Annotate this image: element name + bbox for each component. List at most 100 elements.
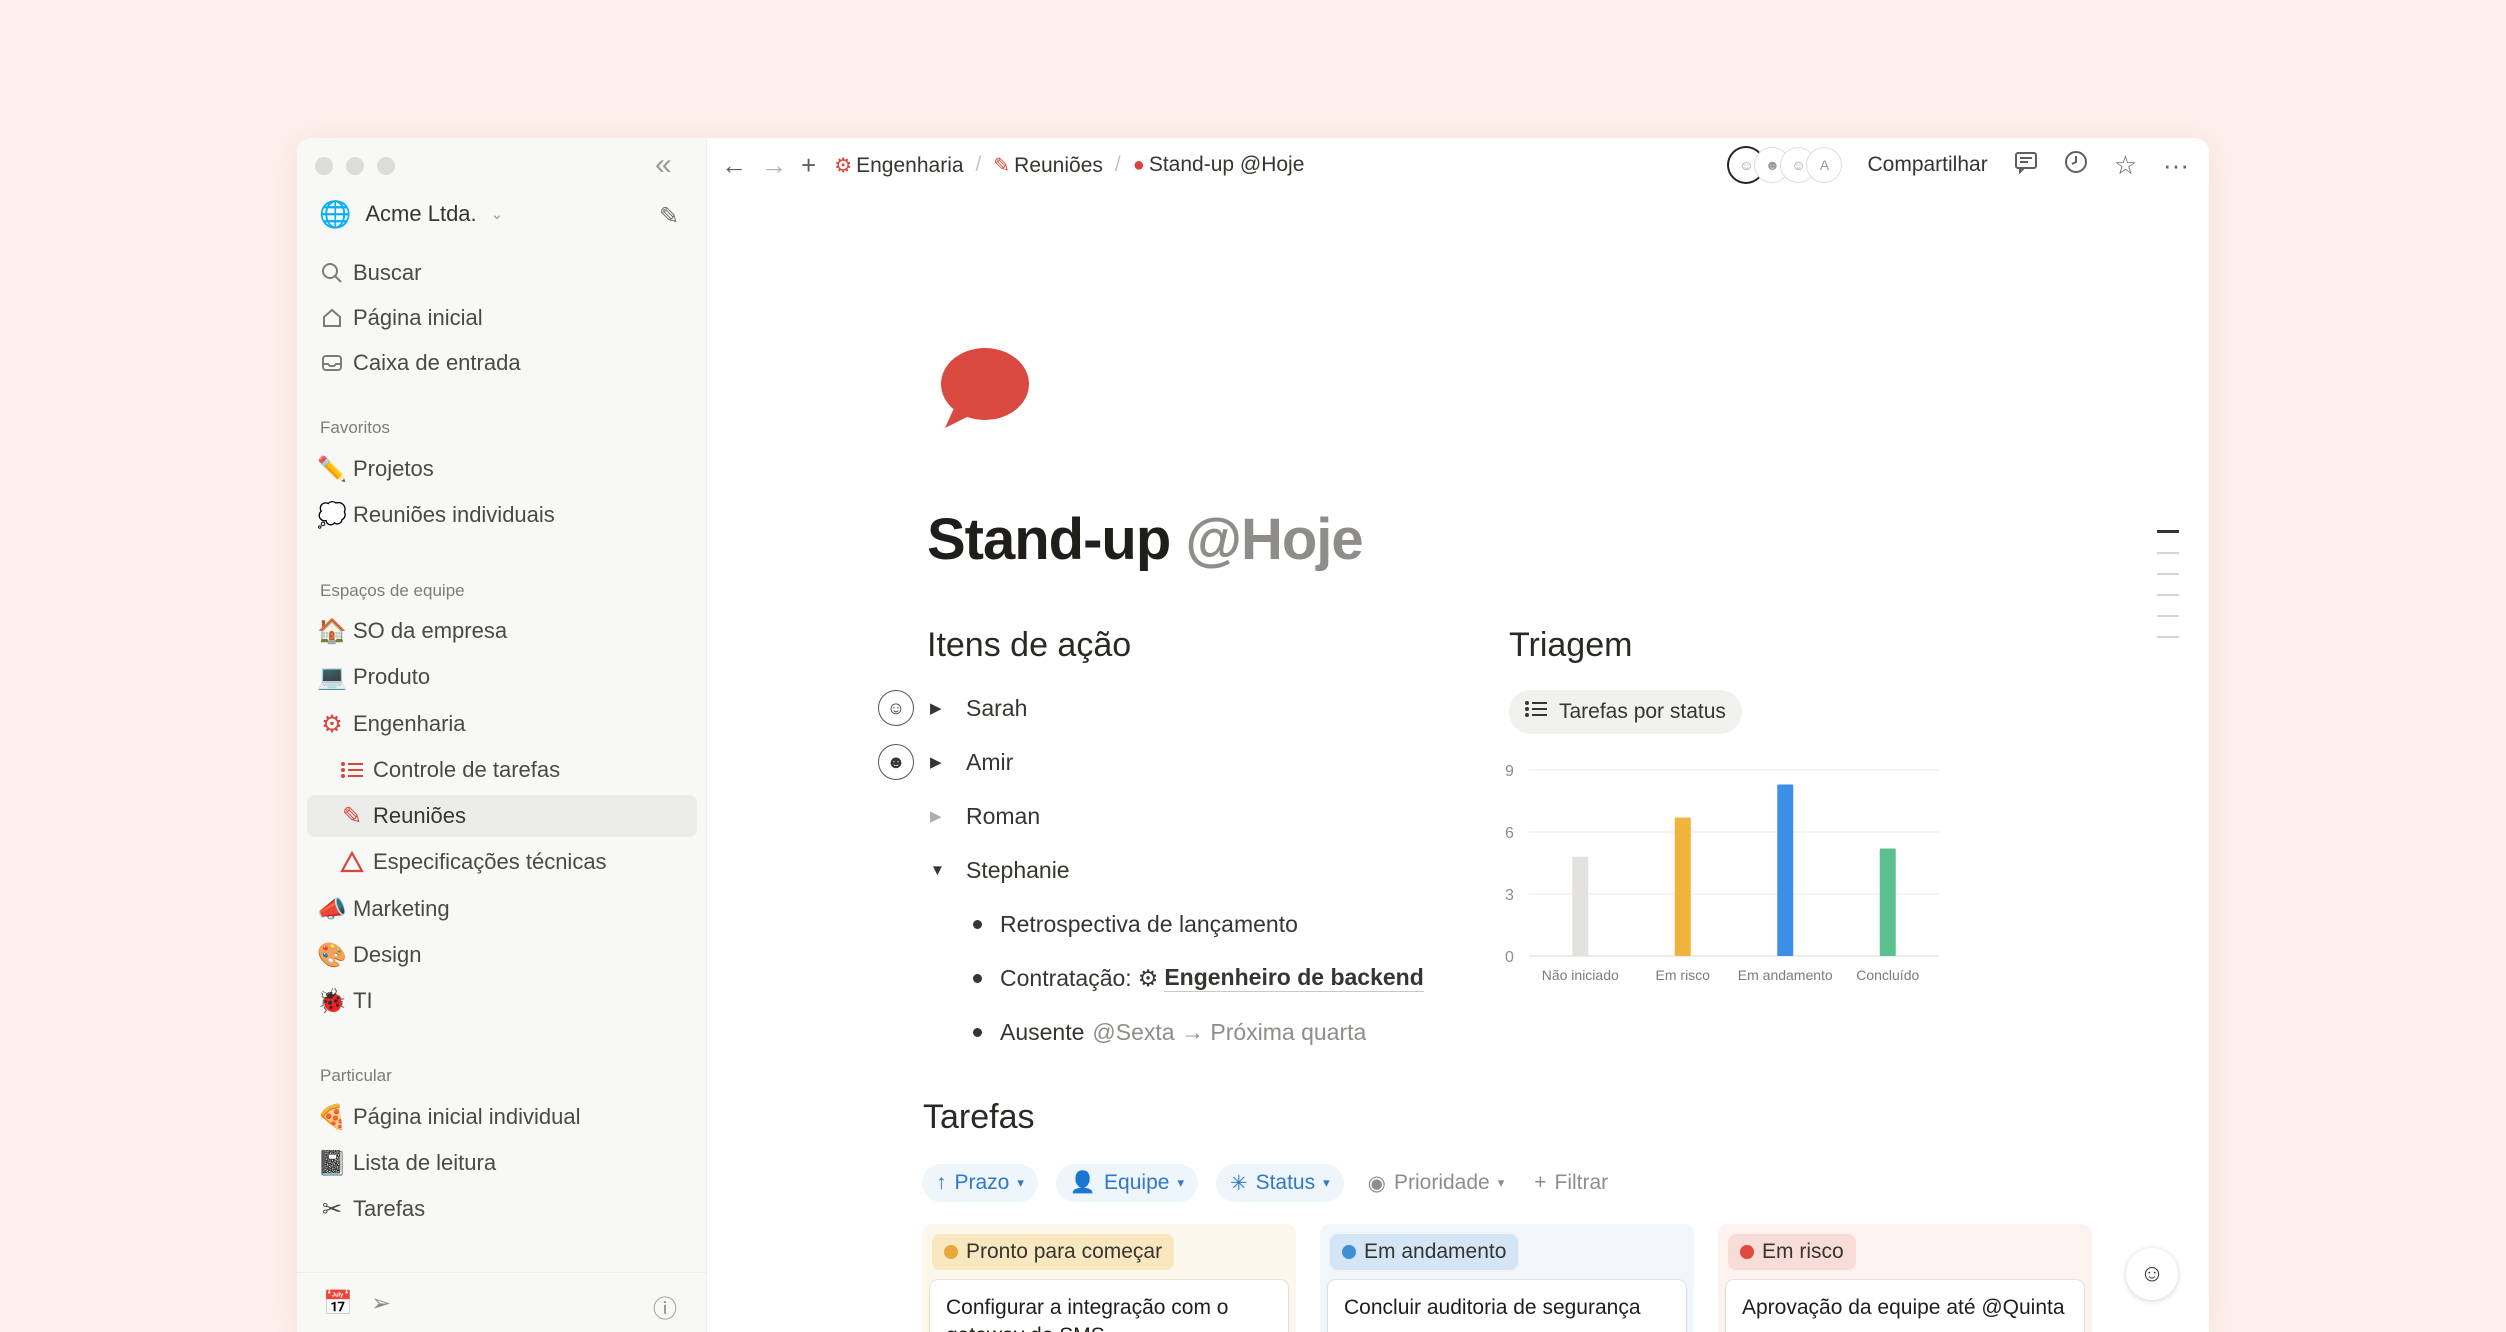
priority-icon: ◉ bbox=[1367, 1171, 1386, 1195]
sidebar-item-projetos[interactable]: ✏️ Projetos bbox=[307, 448, 697, 490]
tasks-heading: Tarefas bbox=[923, 1098, 1035, 1136]
page-link[interactable]: Engenheiro de backend bbox=[1164, 964, 1424, 992]
bullet-icon bbox=[973, 1027, 982, 1037]
toggle-right-icon[interactable]: ▶ bbox=[930, 807, 966, 825]
bar bbox=[1879, 848, 1896, 956]
status-badge[interactable]: Pronto para começar bbox=[932, 1234, 1175, 1270]
sidebar-item-reunioes[interactable]: ✎ Reuniões bbox=[307, 795, 697, 837]
toc-marker[interactable] bbox=[2157, 636, 2179, 638]
filter-equipe[interactable]: 👤 Equipe ▾ bbox=[1055, 1164, 1198, 1202]
sidebar-item-search[interactable]: Buscar bbox=[307, 252, 697, 294]
sidebar-footer: 📅 ➢ ⓘ bbox=[297, 1272, 707, 1332]
filter-prazo[interactable]: ↑ Prazo ▾ bbox=[922, 1164, 1038, 1202]
workspace-switcher[interactable]: 🌐 Acme Ltda. ⌄ bbox=[319, 196, 503, 232]
star-icon[interactable]: ☆ bbox=[2114, 150, 2137, 181]
sidebar-item-engenharia[interactable]: ⚙ Engenharia bbox=[307, 703, 697, 745]
sidebar-item-tarefas[interactable]: ✂ Tarefas bbox=[307, 1188, 697, 1230]
sidebar-item-produto[interactable]: 💻 Produto bbox=[307, 656, 697, 698]
task-card[interactable]: Aprovação da equipe até @Quinta bbox=[1726, 1280, 2084, 1332]
task-card[interactable]: Concluir auditoria de segurança bbox=[1328, 1280, 1686, 1332]
sidebar-item-lista-leitura[interactable]: 📓 Lista de leitura bbox=[307, 1142, 697, 1184]
list-item[interactable]: Ausente @Sexta → Próxima quarta bbox=[969, 1012, 1366, 1052]
more-icon[interactable]: ··· bbox=[2163, 150, 2189, 181]
toc-marker[interactable] bbox=[2157, 573, 2179, 575]
sidebar-item-reunioes-individuais[interactable]: 💭 Reuniões individuais bbox=[307, 494, 697, 536]
status-badge[interactable]: Em andamento bbox=[1330, 1234, 1519, 1270]
pencil-icon: ✏️ bbox=[317, 455, 347, 483]
bar bbox=[1572, 856, 1589, 956]
collapse-sidebar-icon[interactable]: « bbox=[655, 150, 672, 180]
filter-status[interactable]: ✳ Status ▾ bbox=[1215, 1164, 1344, 1202]
sidebar-item-marketing[interactable]: 📣 Marketing bbox=[307, 888, 697, 930]
sidebar-item-inbox[interactable]: Caixa de entrada bbox=[307, 342, 697, 384]
favorites-section-label: Favoritos bbox=[320, 418, 390, 437]
top-bar: ← → + ⚙ Engenharia / ✎ Reuniões / ● Stand-u… bbox=[707, 138, 2209, 192]
page-title[interactable]: Stand-up @Hoje bbox=[927, 506, 1364, 573]
table-of-contents[interactable] bbox=[2157, 530, 2179, 657]
collaborator-avatars[interactable]: ☺ ☻ ☺ A bbox=[1729, 148, 1842, 182]
toc-marker[interactable] bbox=[2157, 530, 2179, 533]
y-tick-label: 6 bbox=[1505, 825, 1514, 842]
new-page-icon[interactable]: ✎ bbox=[659, 202, 679, 231]
add-filter-button[interactable]: + Filtrar bbox=[1528, 1164, 1614, 1202]
toggle-right-icon[interactable]: ▶ bbox=[930, 699, 966, 717]
back-arrow-icon[interactable]: ← bbox=[721, 150, 747, 181]
forward-arrow-icon[interactable]: → bbox=[761, 150, 787, 181]
date-mention[interactable]: @Sexta → Próxima quarta bbox=[1092, 1019, 1366, 1046]
status-badge[interactable]: Em risco bbox=[1728, 1234, 1856, 1270]
plus-icon: + bbox=[1534, 1171, 1547, 1194]
toc-marker[interactable] bbox=[2157, 615, 2179, 617]
bullet-icon bbox=[973, 919, 982, 929]
sidebar-item-design[interactable]: 🎨 Design bbox=[307, 934, 697, 976]
bullet-icon bbox=[973, 973, 982, 983]
minimize-window-button[interactable] bbox=[346, 157, 364, 175]
workspace-name: Acme Ltda. bbox=[365, 201, 477, 226]
task-card[interactable]: Configurar a integração com o gateway de… bbox=[930, 1280, 1288, 1332]
laptop-icon: 💻 bbox=[317, 663, 347, 691]
list-item[interactable]: Contratação: ⚙ Engenheiro de backend bbox=[969, 958, 1424, 998]
chart-view-tab[interactable]: Tarefas por status bbox=[1509, 690, 1742, 734]
sidebar-item-especificacoes[interactable]: Especificações técnicas bbox=[307, 841, 697, 883]
toggle-item[interactable]: ▶ Sarah bbox=[930, 688, 1027, 728]
breadcrumb-engenharia[interactable]: ⚙ Engenharia bbox=[834, 153, 963, 178]
chevron-down-icon: ▾ bbox=[1497, 1175, 1505, 1190]
sidebar-item-controle-tarefas[interactable]: Controle de tarefas bbox=[307, 749, 697, 791]
sidebar-item-so-empresa[interactable]: 🏠 SO da empresa bbox=[307, 610, 697, 652]
calendar-icon[interactable]: 📅 bbox=[323, 1289, 353, 1318]
toggle-right-icon[interactable]: ▶ bbox=[930, 753, 966, 771]
send-icon[interactable]: ➢ bbox=[371, 1289, 391, 1318]
bug-icon: 🐞 bbox=[317, 987, 347, 1015]
ai-assistant-button[interactable]: ☺ bbox=[2126, 1248, 2178, 1300]
list-item[interactable]: Retrospectiva de lançamento bbox=[969, 904, 1298, 944]
breadcrumb-reunioes[interactable]: ✎ Reuniões bbox=[993, 153, 1103, 178]
history-icon[interactable] bbox=[2064, 150, 2088, 181]
scissors-icon: ✂ bbox=[321, 1195, 343, 1223]
loading-icon: ✳ bbox=[1229, 1171, 1248, 1195]
breadcrumb-standup[interactable]: ● Stand-up @Hoje bbox=[1133, 153, 1305, 177]
private-section-label: Particular bbox=[320, 1066, 392, 1085]
speech-bubble-icon bbox=[941, 348, 1029, 428]
toggle-item[interactable]: ▼ Stephanie bbox=[930, 850, 1070, 890]
sidebar-item-ti[interactable]: 🐞 TI bbox=[307, 980, 697, 1022]
date-mention[interactable]: @Hoje bbox=[1185, 507, 1363, 572]
search-icon bbox=[311, 262, 353, 284]
maximize-window-button[interactable] bbox=[377, 157, 395, 175]
triangle-icon bbox=[331, 851, 373, 873]
pencil-icon: ✎ bbox=[341, 802, 363, 830]
avatar: ☻ bbox=[878, 744, 914, 780]
help-icon[interactable]: ⓘ bbox=[653, 1289, 677, 1324]
sidebar-item-home[interactable]: Página inicial bbox=[307, 297, 697, 339]
share-button[interactable]: Compartilhar bbox=[1867, 153, 1987, 177]
filter-prioridade[interactable]: ◉ Prioridade ▾ bbox=[1362, 1164, 1511, 1202]
person-icon: 👤 bbox=[1069, 1171, 1097, 1194]
toggle-item[interactable]: ▶ Amir bbox=[930, 742, 1013, 782]
toc-marker[interactable] bbox=[2157, 552, 2179, 554]
close-window-button[interactable] bbox=[315, 157, 333, 175]
plus-icon[interactable]: + bbox=[801, 150, 816, 181]
sidebar-item-pagina-individual[interactable]: 🍕 Página inicial individual bbox=[307, 1096, 697, 1138]
status-bar-chart: 0 3 6 9 Não iniciado Em risco Em andamento Conc… bbox=[1505, 763, 1939, 983]
toc-marker[interactable] bbox=[2157, 594, 2179, 596]
comment-icon[interactable] bbox=[2014, 150, 2038, 181]
toggle-down-icon[interactable]: ▼ bbox=[930, 862, 966, 879]
toggle-item[interactable]: ▶ Roman bbox=[930, 796, 1040, 836]
